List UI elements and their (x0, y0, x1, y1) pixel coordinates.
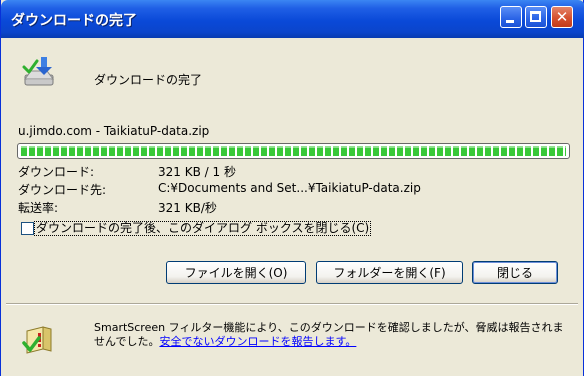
smartscreen-shield-icon (22, 326, 52, 354)
transfer-rate-label: 転送率: (18, 201, 59, 215)
title-bar[interactable]: ダウンロードの完了 ✕ (1, 0, 584, 38)
close-after-download-checkbox[interactable] (21, 222, 34, 235)
open-file-button[interactable]: ファイルを開く(O) (166, 261, 306, 284)
separator (6, 303, 578, 305)
minimize-button[interactable] (500, 6, 522, 28)
maximize-button[interactable] (525, 6, 547, 28)
download-progress-bar (17, 143, 570, 159)
smartscreen-message: SmartScreen フィルター機能により、このダウンロードを確認しましたが、… (94, 321, 564, 349)
open-folder-button[interactable]: フォルダーを開く(F) (316, 261, 463, 284)
download-source: u.jimdo.com - TaikiatuP-data.zip (18, 124, 210, 138)
download-complete-icon (22, 57, 54, 86)
window-title: ダウンロードの完了 (11, 13, 137, 29)
destination-value: C:¥Documents and Set...¥TaikiatuP-data.z… (158, 181, 421, 195)
header-title: ダウンロードの完了 (94, 73, 203, 87)
downloaded-value: 321 KB / 1 秒 (158, 165, 236, 179)
close-window-button[interactable]: ✕ (551, 6, 573, 28)
report-unsafe-download-link[interactable]: 安全でないダウンロードを報告します。 (159, 335, 356, 348)
dialog-body: ダウンロードの完了 u.jimdo.com - TaikiatuP-data.z… (6, 38, 578, 376)
close-button[interactable]: 閉じる (472, 261, 558, 284)
download-complete-dialog: ダウンロードの完了 ✕ ダウンロードの完了 u.jimdo.com - Taik… (0, 0, 584, 376)
maximize-icon (530, 11, 541, 22)
close-icon: ✕ (555, 8, 569, 26)
downloaded-label: ダウンロード: (18, 165, 95, 179)
progress-fill (21, 146, 566, 156)
minimize-icon (506, 20, 514, 23)
transfer-rate-value: 321 KB/秒 (158, 201, 217, 215)
close-after-download-label[interactable]: ダウンロードの完了後、このダイアログ ボックスを閉じる(C) (34, 221, 372, 236)
destination-label: ダウンロード先: (18, 183, 107, 197)
